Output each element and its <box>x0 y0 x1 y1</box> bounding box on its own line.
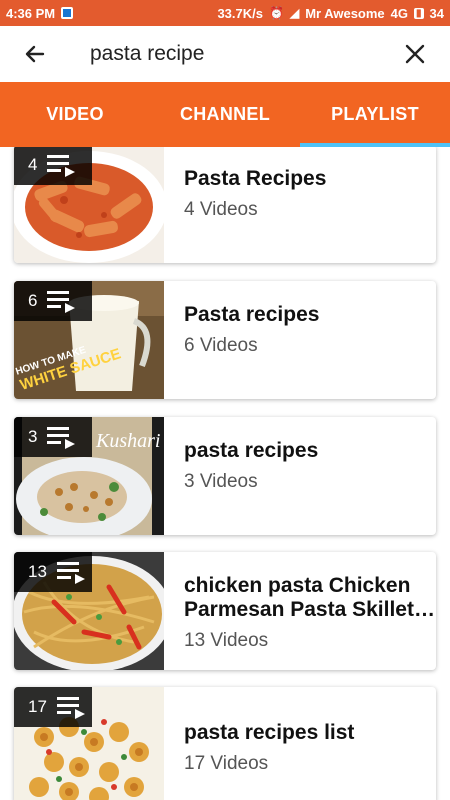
playlist-item[interactable]: HOW TO MAKE WHITE SAUCE 6 Pasta recipes … <box>14 281 436 399</box>
close-icon <box>405 44 425 64</box>
tab-playlist[interactable]: PLAYLIST <box>300 82 450 147</box>
video-count-badge: 6 <box>14 281 92 321</box>
playlist-thumbnail: 4 <box>14 147 164 263</box>
status-time: 4:36 PM <box>6 5 56 21</box>
playlist-info: Pasta recipes 6 Videos <box>164 281 436 399</box>
playlist-title: chicken pasta Chicken Parmesan Pasta Ski… <box>184 574 435 621</box>
playlist-info: pasta recipes list 17 Videos <box>164 687 436 800</box>
network-type: 4G <box>390 5 409 21</box>
playlist-thumbnail: Kushari 3 <box>14 417 164 535</box>
playlist-video-count: 13 Videos <box>184 630 269 651</box>
video-count: 4 <box>28 155 38 174</box>
alarm-icon: ⏰ <box>269 6 284 20</box>
app-notification-icon <box>61 7 74 19</box>
playlist-info: chicken pasta Chicken Parmesan Pasta Ski… <box>164 552 436 670</box>
playlist-icon <box>56 697 85 719</box>
network-speed: 33.7K/s <box>217 5 263 21</box>
playlist-icon <box>56 562 85 584</box>
clear-search-button[interactable] <box>380 26 450 82</box>
svg-text:Kushari: Kushari <box>95 430 160 452</box>
playlist-item[interactable]: 17 pasta recipes list 17 Videos <box>14 687 436 800</box>
playlist-info: Pasta Recipes 4 Videos <box>164 147 436 263</box>
playlist-video-count: 3 Videos <box>184 471 258 492</box>
playlist-title: Pasta recipes <box>184 303 320 326</box>
playlist-item[interactable]: Kushari 3 pasta recipes 3 Videos <box>14 417 436 535</box>
tab-bar: VIDEO CHANNEL PLAYLIST <box>0 82 450 147</box>
battery-icon: ▮ <box>414 7 424 19</box>
back-button[interactable] <box>0 26 70 82</box>
playlist-info: pasta recipes 3 Videos <box>164 417 436 535</box>
playlist-title: pasta recipes <box>184 439 319 462</box>
arrow-left-icon <box>25 45 45 63</box>
playlist-list[interactable]: 4 Pasta Recipes 4 Videos HOW TO MAKE WHI… <box>0 147 450 800</box>
carrier-name: Mr Awesome <box>305 5 385 21</box>
playlist-video-count: 4 Videos <box>184 199 258 220</box>
video-count: 3 <box>28 427 38 446</box>
video-count: 13 <box>28 562 47 581</box>
playlist-thumbnail: 13 <box>14 552 164 670</box>
video-count: 6 <box>28 291 38 310</box>
playlist-icon <box>47 155 76 177</box>
playlist-video-count: 17 Videos <box>184 753 269 774</box>
playlist-thumbnail: 17 <box>14 687 164 800</box>
playlist-icon <box>47 427 76 449</box>
playlist-title: Pasta Recipes <box>184 167 327 190</box>
playlist-title: pasta recipes list <box>184 721 355 744</box>
signal-icon: ◢ <box>289 6 300 20</box>
playlist-item[interactable]: 4 Pasta Recipes 4 Videos <box>14 147 436 263</box>
playlist-thumbnail: HOW TO MAKE WHITE SAUCE 6 <box>14 281 164 399</box>
video-count-badge: 3 <box>14 417 92 457</box>
video-count: 17 <box>28 697 47 716</box>
video-count-badge: 4 <box>14 147 92 185</box>
playlist-item[interactable]: 13 chicken pasta Chicken Parmesan Pasta … <box>14 552 436 670</box>
tab-channel[interactable]: CHANNEL <box>150 82 300 147</box>
tab-video[interactable]: VIDEO <box>0 82 150 147</box>
playlist-video-count: 6 Videos <box>184 335 258 356</box>
video-count-badge: 13 <box>14 552 92 592</box>
search-bar: pasta recipe <box>0 26 450 82</box>
search-input[interactable]: pasta recipe <box>70 26 380 82</box>
playlist-icon <box>47 291 76 313</box>
video-count-badge: 17 <box>14 687 92 727</box>
battery-level: 34 <box>429 5 444 21</box>
status-bar: 4:36 PM 33.7K/s ⏰ ◢ Mr Awesome 4G ▮ 34 <box>0 0 450 26</box>
